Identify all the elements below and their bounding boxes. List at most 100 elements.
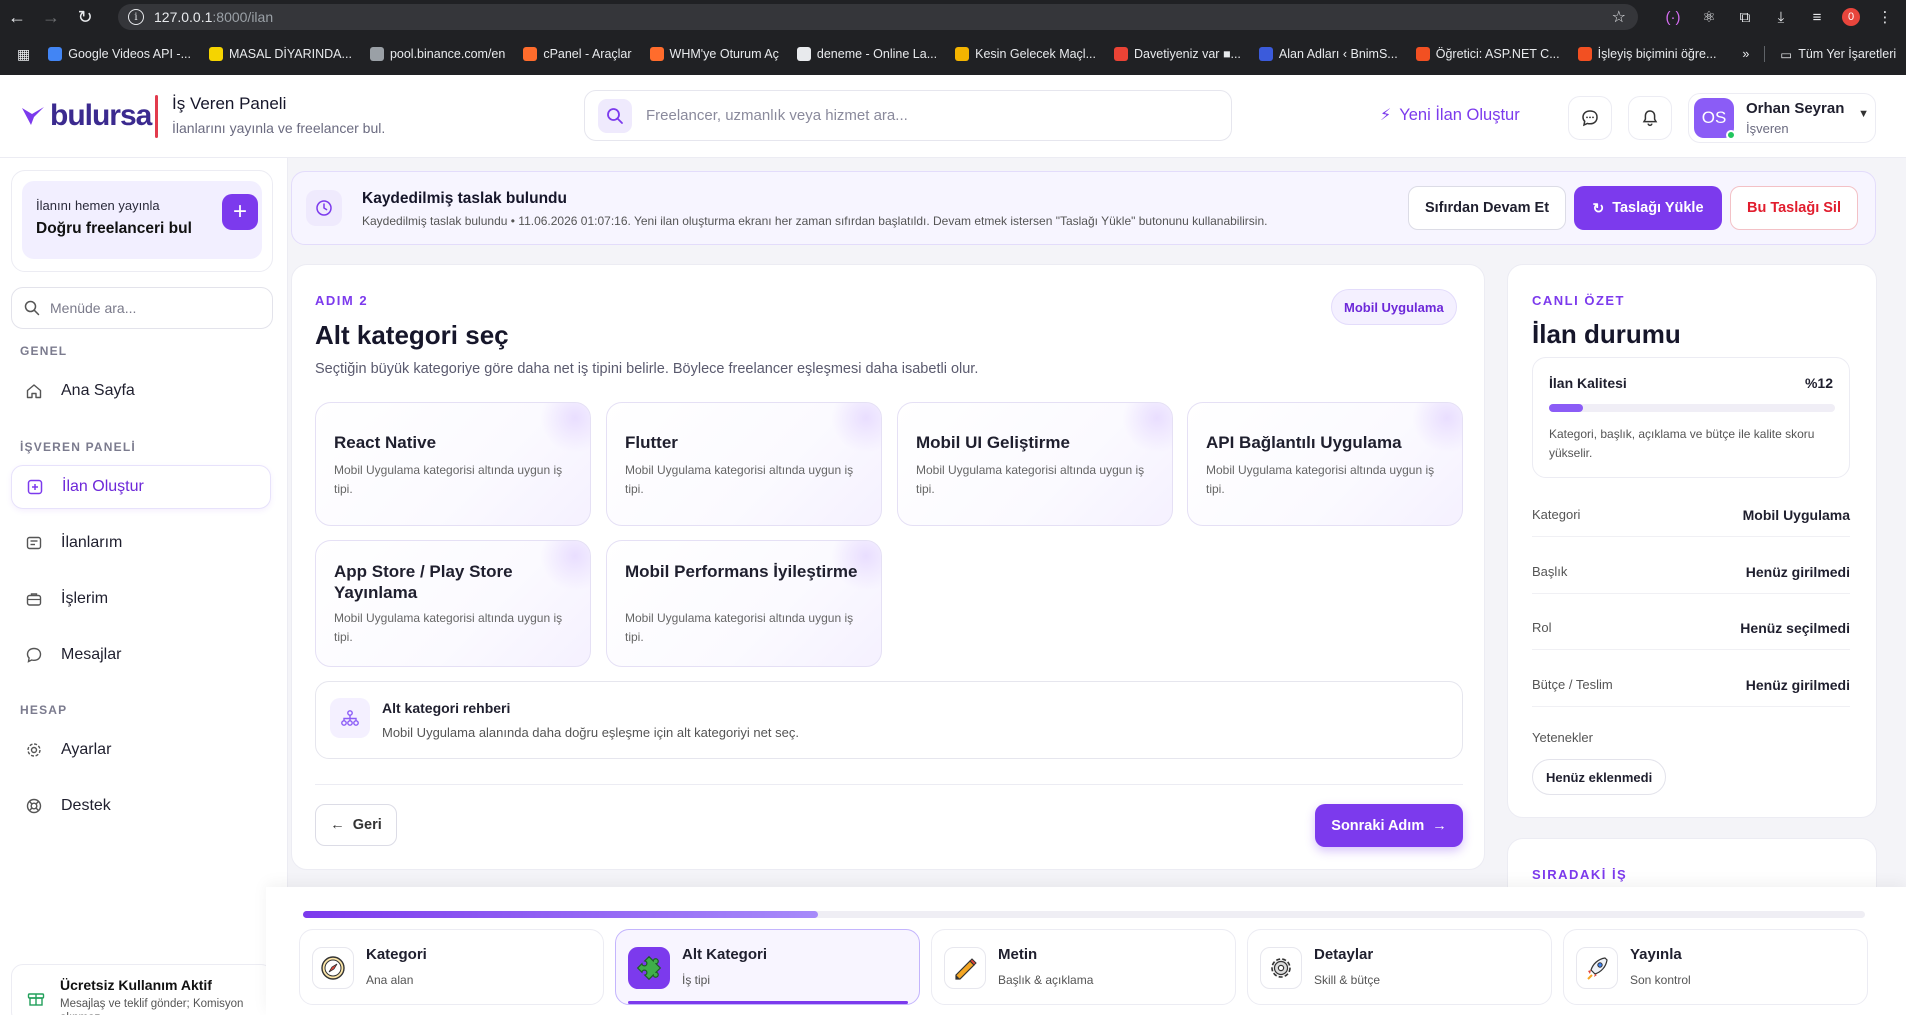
next-task-label: SIRADAKİ İŞ (1532, 867, 1628, 882)
profile-badge-icon[interactable]: 0 (1842, 8, 1860, 26)
option-title: Mobil UI Geliştirme (916, 433, 1070, 452)
option-desc: Mobil Uygulama kategorisi altında uygun … (916, 463, 1145, 496)
search-icon (24, 300, 40, 316)
apps-grid-icon[interactable]: ▦ (8, 40, 39, 68)
section-employer: İŞVEREN PANELİ (20, 440, 136, 454)
bookmark-star-icon[interactable]: ☆ (1612, 7, 1626, 27)
step-text[interactable]: Metin Başlık & açıklama (931, 929, 1236, 1005)
bookmark-favicon-icon (209, 47, 223, 61)
live-summary: CANLI ÖZET İlan durumu İlan Kalitesi %12… (1507, 264, 1877, 818)
summary-label: CANLI ÖZET (1532, 293, 1625, 308)
bookmark-label: deneme - Online La... (816, 47, 938, 61)
step-publish[interactable]: Yayınla Son kontrol (1563, 929, 1868, 1005)
sidebar-item-messages[interactable]: Mesajlar (11, 633, 271, 677)
free-usage-card: Ücretsiz Kullanım Aktif Mesajlaş ve tekl… (11, 964, 273, 1015)
sidebar-item-settings[interactable]: Ayarlar (11, 728, 271, 772)
bookmark-item[interactable]: Davetiyeniz var ■... (1105, 40, 1250, 68)
bookmark-favicon-icon (369, 47, 384, 61)
bookmark-item[interactable]: cPanel - Araçlar (514, 40, 640, 68)
delete-draft-button[interactable]: Bu Taslağı Sil (1730, 186, 1858, 230)
logo-mark-icon (22, 107, 44, 125)
plus-icon[interactable]: + (222, 194, 258, 230)
sidebar: İlanını hemen yayınla Doğru freelanceri … (0, 158, 288, 1015)
section-general: GENEL (20, 344, 68, 358)
bookmark-item[interactable]: Kesin Gelecek Maçl... (946, 40, 1105, 68)
download-icon[interactable]: ⤓ (1770, 6, 1792, 28)
summary-row-role: Rol Henüz seçilmedi (1532, 606, 1850, 650)
bookmark-item[interactable]: Öğretici: ASP.NET C... (1407, 40, 1569, 68)
active-step-underline (628, 1001, 908, 1004)
load-draft-label: Taslağı Yükle (1612, 200, 1704, 216)
kebab-menu-icon[interactable]: ⋮ (1874, 6, 1896, 28)
next-step-button[interactable]: Sonraki Adım → (1315, 804, 1463, 847)
option-title: App Store / Play Store Yayınlama (334, 562, 513, 602)
new-ad-button[interactable]: ⚡ Yeni İlan Oluştur (1380, 105, 1520, 125)
subcategory-option-flutter[interactable]: Flutter Mobil Uygulama kategorisi altınd… (606, 402, 882, 526)
step-desc: Skill & bütçe (1314, 973, 1381, 987)
subcategory-option-mobile-ui[interactable]: Mobil UI Geliştirme Mobil Uygulama kateg… (897, 402, 1173, 526)
profile-menu[interactable]: OS Orhan Seyran İşveren ▼ (1688, 93, 1876, 143)
option-desc: Mobil Uygulama kategorisi altında uygun … (625, 463, 854, 496)
subcategory-option-api-app[interactable]: API Bağlantılı Uygulama Mobil Uygulama k… (1187, 402, 1463, 526)
bookmark-item[interactable]: WHM'ye Oturum Aç (641, 40, 788, 68)
address-bar[interactable]: i 127.0.0.1:8000/ilan ☆ (118, 4, 1638, 30)
summary-value: Mobil Uygulama (1742, 507, 1850, 523)
menu-search (11, 287, 273, 329)
skills-chip: Henüz eklenmedi (1532, 759, 1667, 795)
sidebar-item-home[interactable]: Ana Sayfa (11, 369, 271, 413)
bookmarks-separator (1764, 46, 1766, 62)
quality-progress-fill (1549, 404, 1584, 412)
menu-search-input[interactable] (50, 300, 250, 316)
bookmark-item[interactable]: pool.binance.com/en (361, 40, 514, 68)
step-details[interactable]: Detaylar Skill & bütçe (1247, 929, 1552, 1005)
reload-icon[interactable]: ↻ (68, 0, 102, 34)
react-devtools-icon[interactable]: ⚛ (1698, 6, 1720, 28)
step-desc: Başlık & açıklama (998, 973, 1094, 987)
back-button[interactable]: ← Geri (315, 804, 397, 846)
step-subcategory[interactable]: Alt Kategori İş tipi (615, 929, 920, 1005)
site-info-icon[interactable]: i (128, 9, 144, 25)
notifications-button[interactable] (1628, 96, 1672, 140)
subcategory-option-mobile-performance[interactable]: Mobil Performans İyileştirme Mobil Uygul… (606, 540, 882, 667)
logo[interactable]: bulursa (20, 99, 152, 133)
quality-value: %12 (1804, 375, 1833, 391)
extensions-puzzle-icon[interactable]: ⧉ (1734, 6, 1756, 28)
subcategory-option-store-publishing[interactable]: App Store / Play Store Yayınlama Mobil U… (315, 540, 591, 667)
bookmark-item[interactable]: Google Videos API -... (39, 40, 200, 68)
quality-progress-track (1549, 404, 1835, 412)
extension-icon[interactable]: (·) (1662, 6, 1684, 28)
back-arrow-icon[interactable]: ← (0, 0, 34, 34)
option-title: API Bağlantılı Uygulama (1206, 433, 1402, 452)
sidebar-item-my-ads[interactable]: İlanlarım (11, 521, 271, 565)
promo-big-text: Doğru freelanceri bul (36, 220, 192, 237)
bookmark-item[interactable]: deneme - Online La... (788, 40, 946, 68)
subcategory-option-react-native[interactable]: React Native Mobil Uygulama kategorisi a… (315, 402, 591, 526)
summary-key: Kategori (1532, 507, 1581, 522)
sidebar-item-label: İlanlarım (61, 534, 123, 551)
start-fresh-button[interactable]: Sıfırdan Devam Et (1408, 186, 1566, 230)
bookmark-item[interactable]: MASAL DİYARINDA... (200, 40, 361, 68)
sidebar-item-jobs[interactable]: İşlerim (11, 577, 271, 621)
bookmark-item[interactable]: Alan Adları ‹ BnimS... (1250, 40, 1407, 68)
promo-small-text: İlanını hemen yayınla (36, 198, 160, 213)
search-input[interactable] (646, 107, 1206, 124)
bookmark-label: Kesin Gelecek Maçl... (975, 47, 1097, 61)
all-bookmarks-folder[interactable]: ▭ Tüm Yer İşaretleri (1771, 40, 1905, 68)
divider (315, 784, 1463, 785)
bookmark-item[interactable]: İşleyiş biçimini öğre... (1569, 40, 1726, 68)
forward-arrow-icon[interactable]: → (34, 0, 68, 34)
sidebar-item-support[interactable]: Destek (11, 784, 271, 828)
messages-button[interactable] (1568, 96, 1612, 140)
bookmarks-overflow-icon[interactable]: » (1733, 40, 1758, 68)
folder-icon: ▭ (1780, 47, 1793, 62)
reading-list-icon[interactable]: ≡ (1806, 6, 1828, 28)
sidebar-item-create-ad[interactable]: İlan Oluştur (11, 465, 271, 509)
summary-key: Bütçe / Teslim (1532, 677, 1613, 692)
sidebar-item-label: İşlerim (61, 590, 109, 607)
load-draft-button[interactable]: ↻ Taslağı Yükle (1574, 186, 1722, 230)
promo-inner: İlanını hemen yayınla Doğru freelanceri … (22, 181, 262, 259)
step-category[interactable]: Kategori Ana alan (299, 929, 604, 1005)
step-label: ADIM 2 (315, 293, 369, 308)
compass-icon (312, 947, 354, 989)
chat-bubble-icon (25, 646, 43, 664)
